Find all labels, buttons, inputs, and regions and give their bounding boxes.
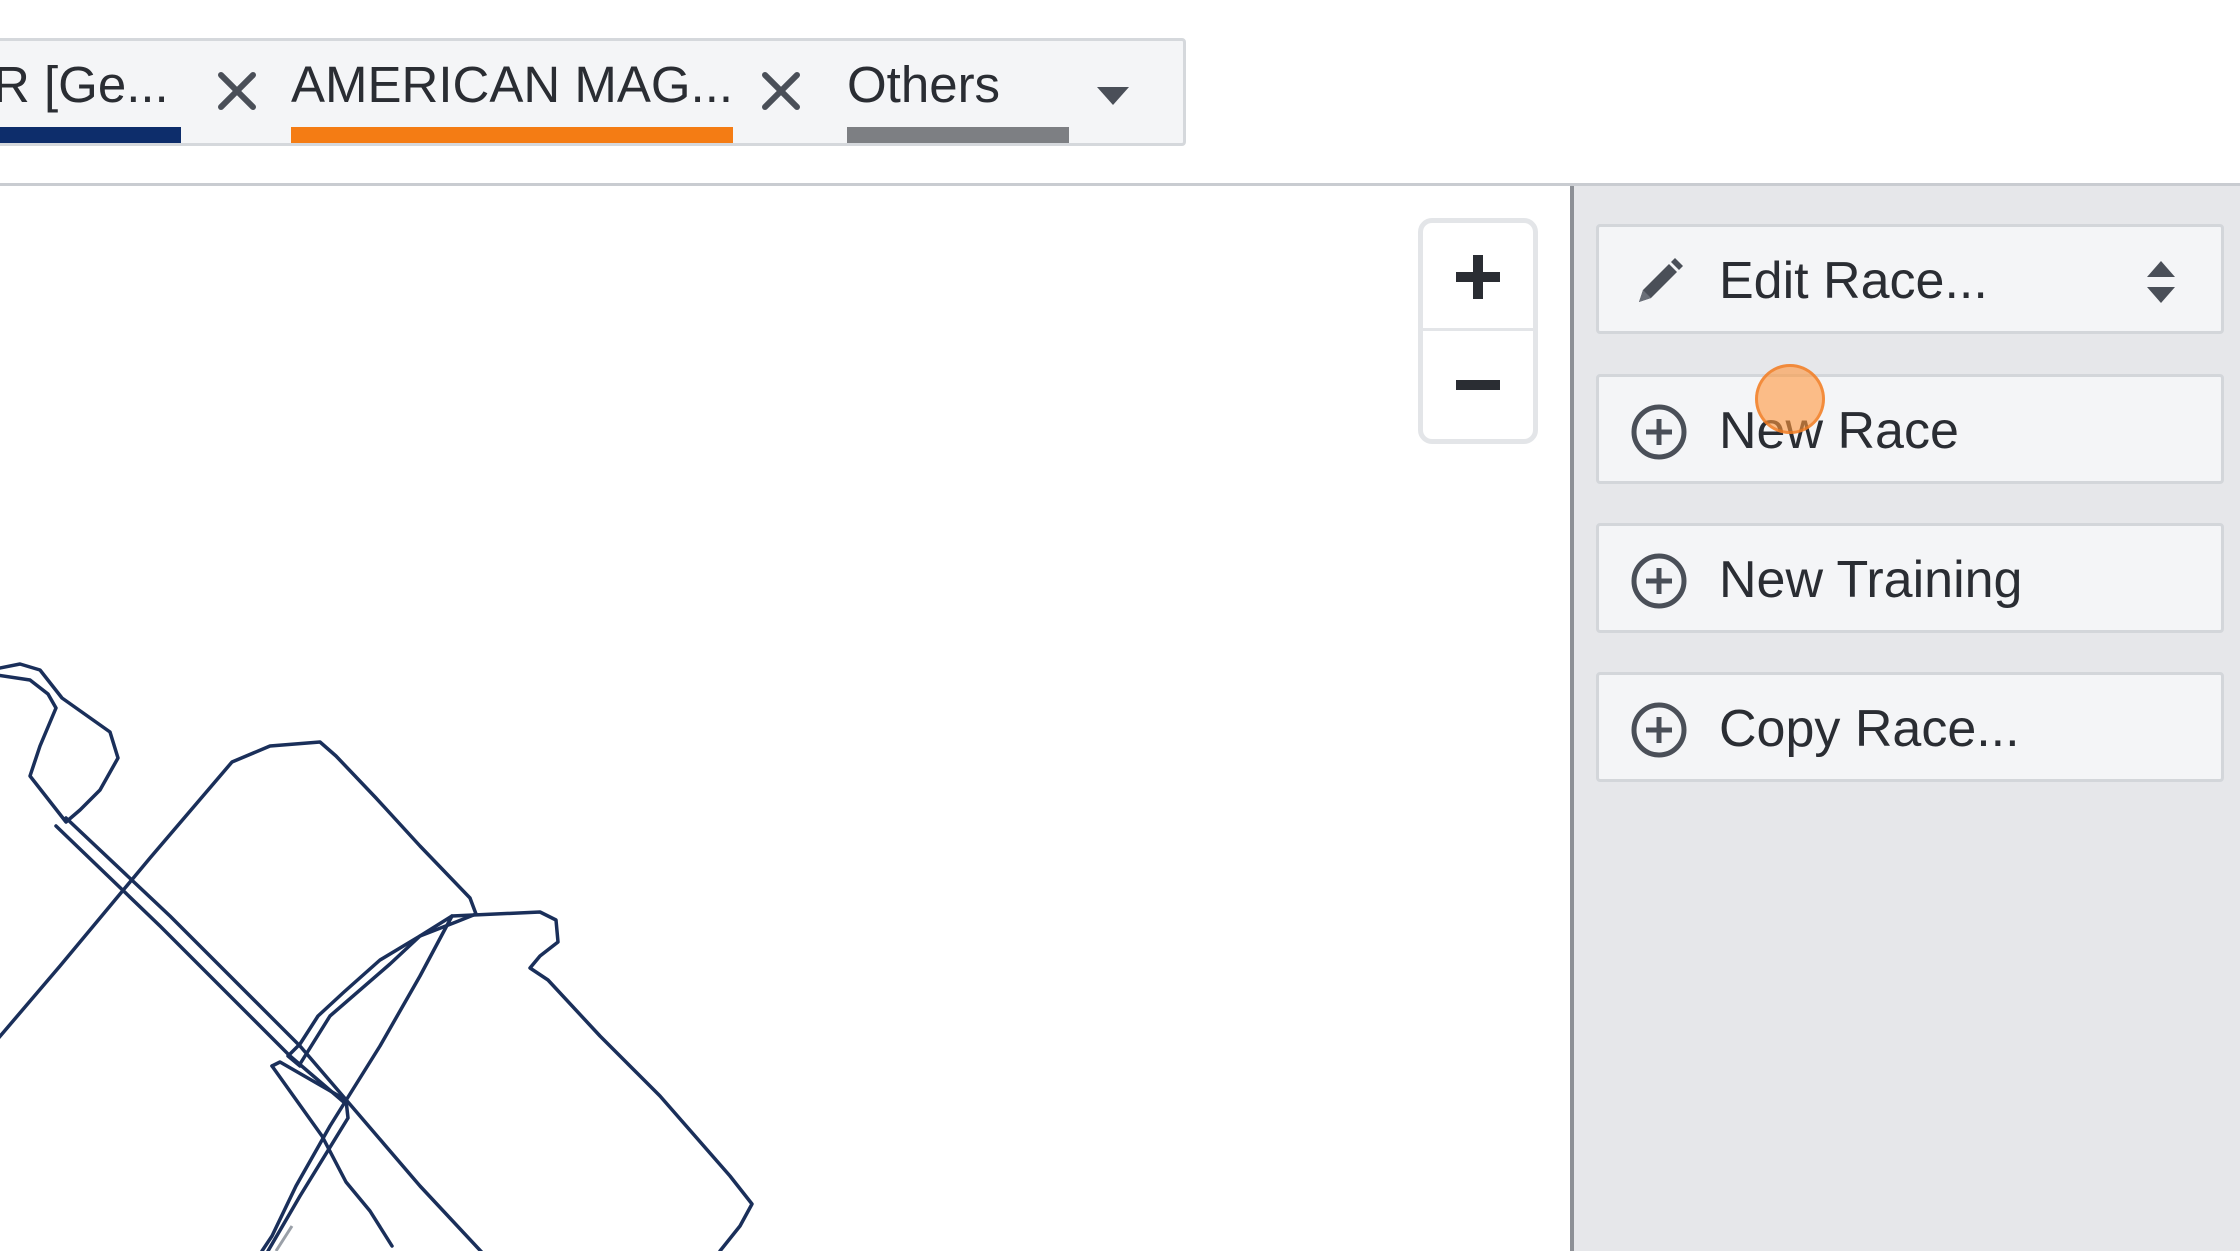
tab-label: AMERICAN MAG... — [291, 56, 734, 113]
new-race-button[interactable]: New Race — [1596, 374, 2224, 484]
minus-icon — [1456, 380, 1500, 390]
tab-color-bar — [291, 127, 733, 143]
edit-race-select[interactable]: Edit Race... — [1596, 224, 2224, 334]
plus-icon — [1456, 255, 1500, 299]
new-race-label: New Race — [1719, 402, 1959, 460]
copy-race-label: Copy Race... — [1719, 700, 2020, 758]
plus-circle-icon — [1631, 702, 1687, 758]
close-icon[interactable] — [755, 65, 807, 117]
tab-others[interactable]: Others — [847, 41, 1069, 143]
tab-r-ge[interactable]: R [Ge... — [0, 41, 183, 143]
app-root: R [Ge... AMERICAN MAG... Others Edit Rac… — [0, 0, 2240, 1251]
tab-label: Others — [847, 56, 1001, 113]
tab-american-mag[interactable]: AMERICAN MAG... — [291, 41, 735, 143]
race-actions-panel: Edit Race... New Race New Training Copy … — [1570, 186, 2240, 1251]
tab-color-bar — [0, 127, 181, 143]
tab-color-bar — [847, 127, 1069, 143]
zoom-out-button[interactable] — [1423, 331, 1533, 439]
close-icon[interactable] — [211, 65, 263, 117]
edit-race-label: Edit Race... — [1719, 252, 1988, 310]
new-training-label: New Training — [1719, 551, 2023, 609]
sort-icon — [2147, 261, 2175, 303]
pencil-icon — [1639, 258, 1683, 302]
header: R [Ge... AMERICAN MAG... Others — [0, 0, 2240, 186]
plus-circle-icon — [1631, 404, 1687, 460]
race-track-path — [0, 662, 754, 1251]
tab-strip: R [Ge... AMERICAN MAG... Others — [0, 38, 1186, 146]
plus-circle-icon — [1631, 553, 1687, 609]
new-training-button[interactable]: New Training — [1596, 523, 2224, 633]
caret-down-icon[interactable] — [1083, 77, 1143, 117]
copy-race-button[interactable]: Copy Race... — [1596, 672, 2224, 782]
zoom-in-button[interactable] — [1423, 223, 1533, 331]
map-view[interactable] — [0, 186, 1570, 1251]
zoom-control — [1418, 218, 1538, 444]
tab-label: R [Ge... — [0, 56, 169, 113]
